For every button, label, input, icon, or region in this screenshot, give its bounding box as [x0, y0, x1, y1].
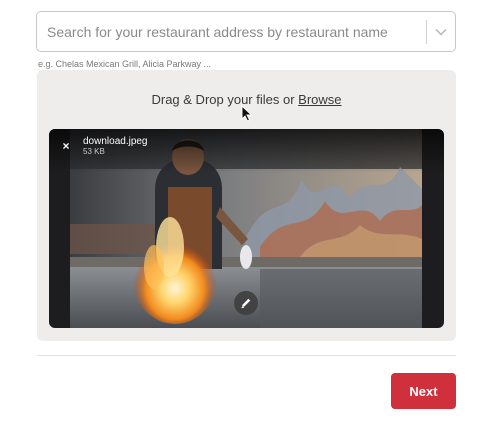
file-size: 53 KB: [83, 147, 105, 156]
browse-link[interactable]: Browse: [298, 92, 341, 107]
close-icon: ×: [62, 139, 70, 153]
restaurant-search-input[interactable]: [37, 12, 426, 51]
edit-image-button[interactable]: [234, 291, 258, 315]
restaurant-search-select[interactable]: [36, 11, 456, 52]
select-toggle[interactable]: [427, 12, 455, 51]
file-preview: × download.jpeg 53 KB: [49, 129, 444, 328]
mouse-cursor-icon: [241, 105, 253, 122]
remove-file-button[interactable]: ×: [58, 138, 74, 154]
chevron-down-icon: [435, 28, 447, 36]
dropzone-prompt-text: Drag & Drop your files or: [151, 92, 299, 107]
search-hint: e.g. Chelas Mexican Grill, Alicia Parkwa…: [38, 59, 212, 69]
file-name: download.jpeg: [83, 136, 148, 147]
pencil-icon: [241, 298, 251, 309]
section-divider: [37, 355, 456, 356]
upload-page: e.g. Chelas Mexican Grill, Alicia Parkwa…: [0, 0, 480, 426]
next-button[interactable]: Next: [391, 373, 456, 409]
